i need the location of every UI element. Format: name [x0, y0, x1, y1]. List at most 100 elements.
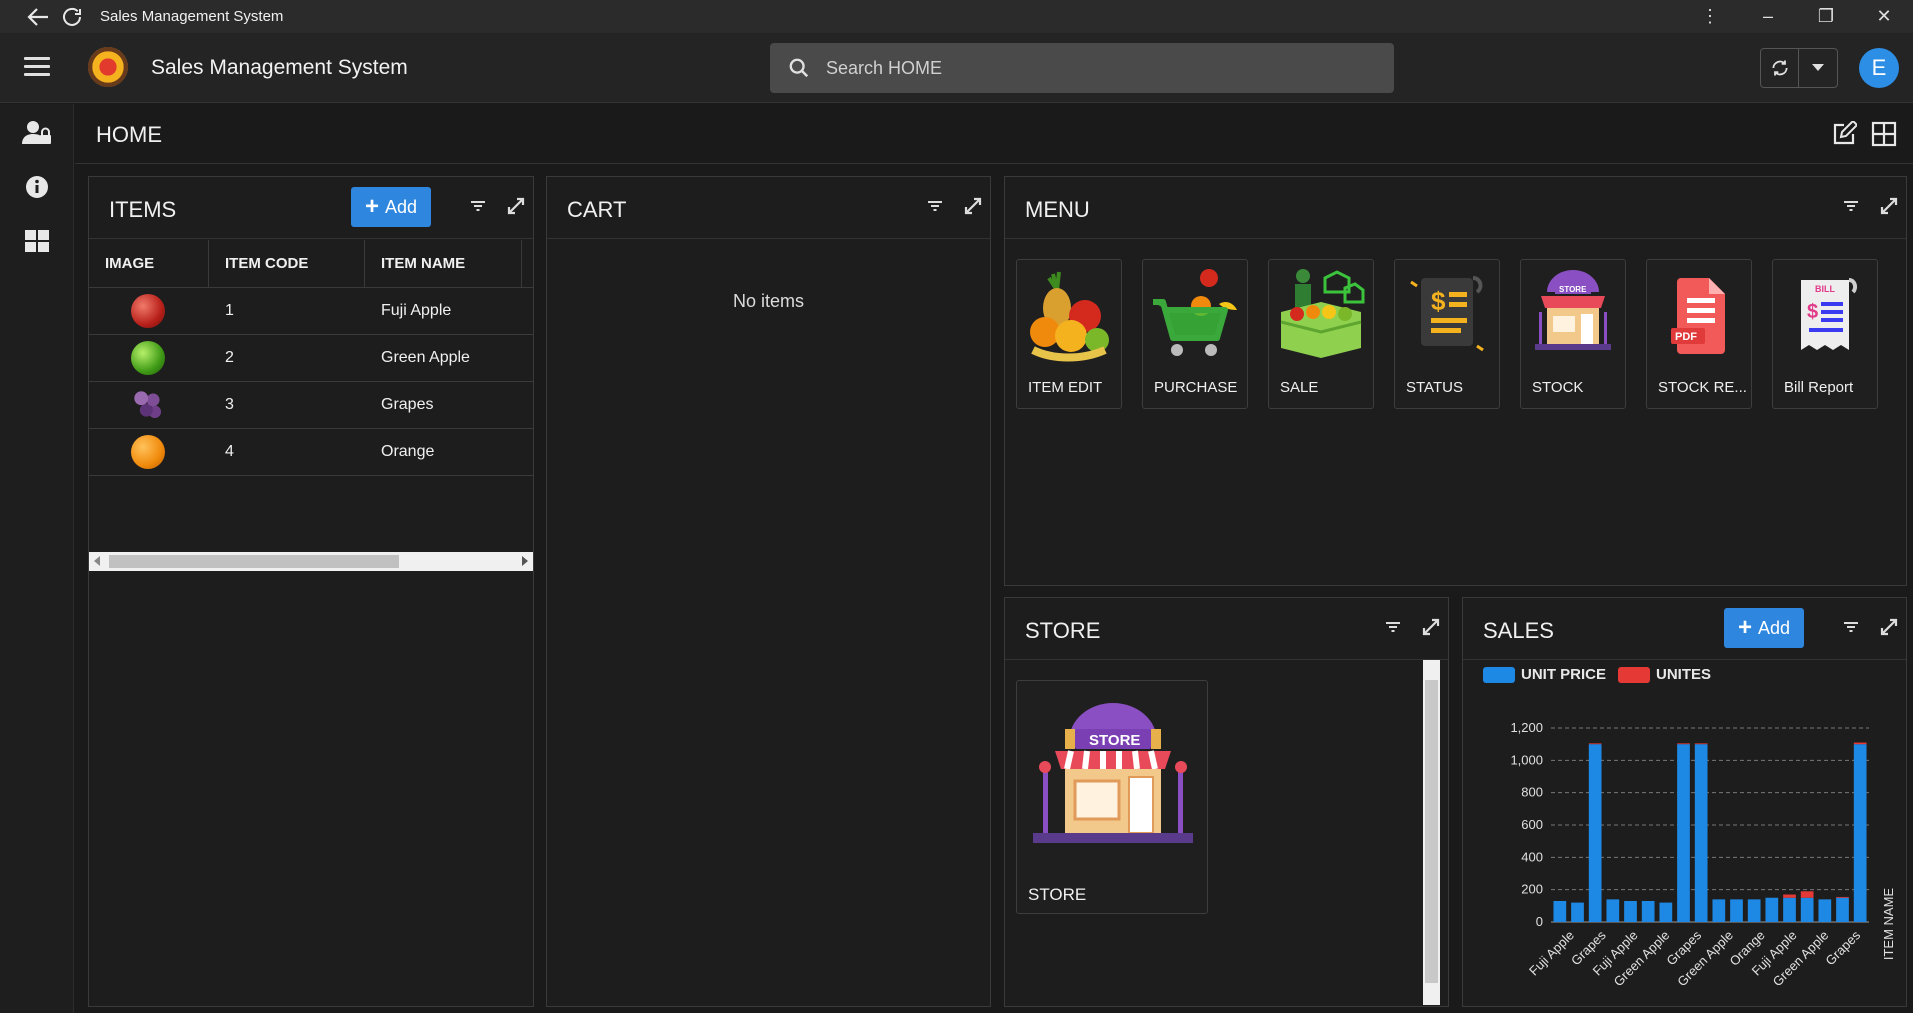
bar-unit-price: [1677, 744, 1690, 922]
store-tile-label: STORE: [1028, 885, 1087, 904]
search-bar[interactable]: [770, 43, 1394, 93]
store-panel: STORE STORE STORE: [1004, 597, 1449, 1007]
layout-grid-icon[interactable]: [1871, 121, 1897, 147]
menu-tile-label: STOCK RE...: [1658, 379, 1747, 396]
more-vertical-icon[interactable]: ⋮: [1681, 6, 1739, 27]
bar-unit-price: [1588, 744, 1602, 922]
fuji-apple-image: [131, 294, 165, 328]
scroll-left-arrow-icon[interactable]: [94, 556, 100, 566]
filter-icon[interactable]: [1842, 618, 1860, 636]
menu-tile-bill-report[interactable]: BILL $ Bill Report: [1772, 259, 1878, 409]
scrollbar-thumb[interactable]: [1425, 680, 1438, 983]
x-tick-label: Grapes: [1822, 927, 1863, 968]
window-titlebar: Sales Management System ⋮ – ❐ ✕: [0, 0, 1913, 33]
menu-tile-stock[interactable]: STORE STOCK: [1520, 259, 1626, 409]
menu-tile-label: STOCK: [1532, 379, 1584, 396]
expand-icon[interactable]: [1880, 618, 1898, 636]
expand-icon[interactable]: [1880, 197, 1898, 215]
legend-item-unit-price[interactable]: UNIT PRICE: [1483, 666, 1606, 683]
edit-icon[interactable]: [1831, 121, 1857, 147]
minimize-button[interactable]: –: [1739, 6, 1797, 27]
bar-unit-price: [1765, 897, 1779, 922]
svg-text:STORE: STORE: [1559, 285, 1587, 294]
item-code-cell: 3: [225, 396, 234, 413]
items-add-button[interactable]: + Add: [351, 187, 431, 227]
store-sign-text: STORE: [1089, 732, 1140, 749]
table-row[interactable]: 2 Green Apple: [89, 335, 533, 382]
reload-icon[interactable]: [60, 5, 84, 29]
svg-text:$: $: [1431, 286, 1446, 316]
legend-item-unites[interactable]: UNITES: [1618, 666, 1711, 683]
search-icon: [789, 58, 809, 78]
sidebar-item-info[interactable]: [22, 172, 52, 202]
caret-down-icon: [1812, 64, 1824, 71]
bar-unit-price: [1747, 899, 1761, 922]
item-name-cell: Green Apple: [381, 349, 470, 366]
menu-tile-label: STATUS: [1406, 379, 1463, 396]
legend-swatch: [1618, 666, 1651, 683]
table-row[interactable]: 4 Orange: [89, 429, 533, 476]
menu-panel: MENU ITEM EDIT PURCHASE SALE $ STATUS ST…: [1004, 176, 1907, 586]
legend-label: UNIT PRICE: [1521, 666, 1607, 683]
table-row[interactable]: 3 Grapes: [89, 382, 533, 429]
bar-unit-price: [1712, 899, 1726, 922]
menu-tile-status[interactable]: $ STATUS: [1394, 259, 1500, 409]
menu-tile-stock-report[interactable]: PDF STOCK RE...: [1646, 259, 1752, 409]
bar-unites: [1836, 896, 1849, 898]
search-input[interactable]: [826, 57, 1326, 79]
y-tick-label: 1,200: [1510, 720, 1543, 735]
column-header-item-name[interactable]: ITEM NAME: [365, 240, 522, 287]
table-row[interactable]: 1 Fuji Apple: [89, 288, 533, 335]
menu-tile-label: ITEM EDIT: [1028, 379, 1103, 396]
scrollbar-thumb[interactable]: [109, 555, 399, 568]
back-arrow-icon[interactable]: [26, 6, 50, 28]
items-horizontal-scrollbar[interactable]: [89, 552, 533, 571]
close-window-button[interactable]: ✕: [1855, 6, 1913, 27]
plus-icon: +: [1737, 614, 1752, 641]
y-tick-label: 800: [1521, 785, 1543, 800]
sidebar-item-dashboard[interactable]: [22, 226, 52, 256]
chart-legend: UNIT PRICE UNITES: [1483, 666, 1723, 683]
expand-icon[interactable]: [964, 197, 982, 215]
item-name-cell: Grapes: [381, 396, 434, 413]
sync-dropdown-button[interactable]: [1799, 49, 1837, 87]
menu-tile-purchase[interactable]: PURCHASE: [1142, 259, 1248, 409]
filter-icon[interactable]: [926, 197, 944, 215]
y-tick-label: 200: [1521, 882, 1543, 897]
filter-icon[interactable]: [1842, 197, 1860, 215]
menu-hamburger-icon[interactable]: [24, 57, 50, 77]
bar-unit-price: [1800, 897, 1814, 922]
column-header-item-code[interactable]: ITEM CODE: [209, 240, 365, 287]
bar-unites: [1800, 891, 1814, 898]
cart-empty-text: No items: [732, 291, 804, 311]
bar-unit-price: [1853, 744, 1867, 922]
store-vertical-scrollbar[interactable]: [1423, 660, 1440, 1005]
item-name-cell: Fuji Apple: [381, 302, 452, 319]
grapes-image: [131, 388, 165, 422]
green-apple-image: [131, 341, 165, 375]
menu-tile-sale[interactable]: SALE: [1268, 259, 1374, 409]
svg-text:$: $: [1807, 301, 1818, 323]
expand-icon[interactable]: [507, 197, 525, 215]
bar-unit-price: [1836, 897, 1849, 922]
sales-add-button[interactable]: + Add: [1724, 608, 1804, 648]
restore-button[interactable]: ❐: [1797, 6, 1855, 27]
bar-unit-price: [1553, 900, 1567, 922]
legend-label: UNITES: [1656, 666, 1712, 683]
sales-panel: SALES + Add UNIT PRICE UNITES 0 200 400 600 8…: [1462, 597, 1907, 1007]
y-tick-label: 400: [1521, 849, 1543, 864]
scroll-right-arrow-icon[interactable]: [522, 556, 528, 566]
menu-panel-title: MENU: [1025, 197, 1090, 222]
filter-icon[interactable]: [1384, 618, 1402, 636]
sidebar-item-users[interactable]: [22, 118, 52, 148]
sync-button[interactable]: [1761, 49, 1800, 87]
menu-tile-item-edit[interactable]: ITEM EDIT: [1016, 259, 1122, 409]
store-tile[interactable]: STORE STORE: [1016, 680, 1208, 914]
dashboard-grid-icon: [25, 230, 49, 252]
bar-unit-price: [1571, 902, 1584, 922]
user-avatar[interactable]: E: [1859, 48, 1899, 88]
column-header-image[interactable]: IMAGE: [89, 240, 209, 287]
filter-icon[interactable]: [469, 197, 487, 215]
expand-icon[interactable]: [1422, 618, 1440, 636]
item-code-cell: 4: [225, 443, 234, 460]
